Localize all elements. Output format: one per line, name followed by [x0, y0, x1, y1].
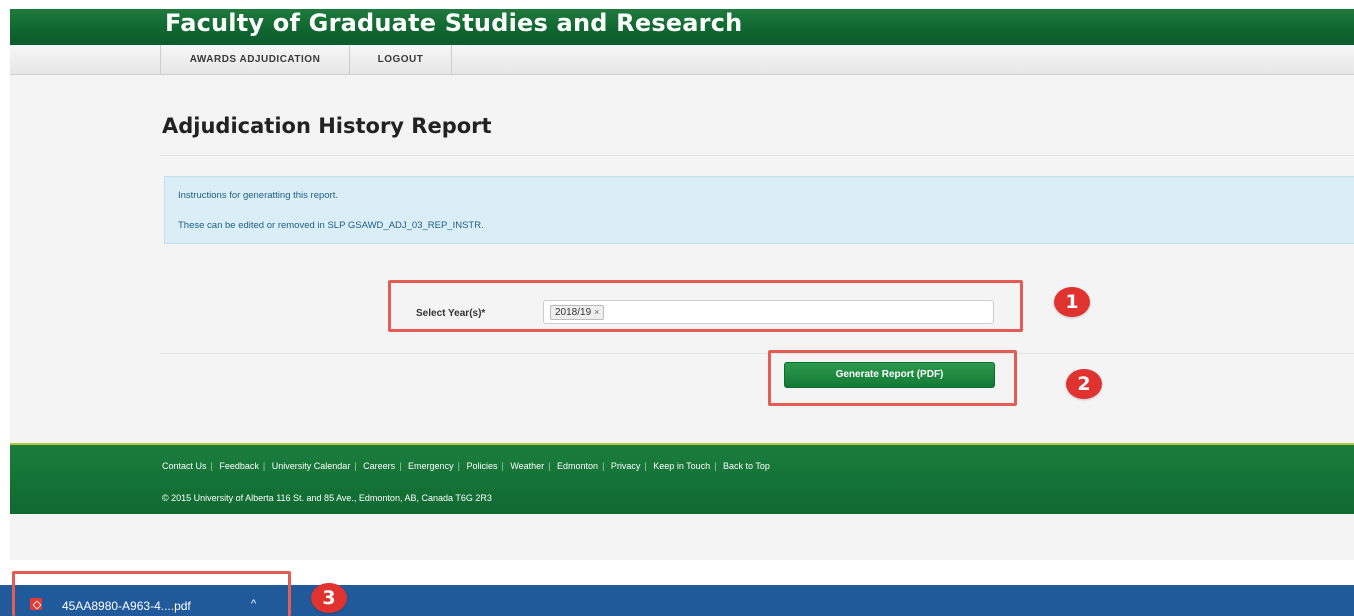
separator: |: [354, 461, 357, 471]
footer-links: Contact Us | Feedback | University Calenda…: [162, 461, 770, 471]
nav-logout[interactable]: LOGOUT: [350, 45, 452, 75]
separator: |: [399, 461, 402, 471]
instructions-panel: Instructions for generatting this report…: [164, 176, 1354, 244]
footer-link-edmonton[interactable]: Edmonton: [557, 461, 598, 471]
annotation-box-step-1: [388, 280, 1023, 332]
footer-link-emergency[interactable]: Emergency: [408, 461, 454, 471]
separator: |: [602, 461, 605, 471]
divider: [160, 353, 1354, 354]
separator: |: [714, 461, 717, 471]
separator: |: [548, 461, 551, 471]
separator: |: [262, 461, 266, 471]
footer-link-privacy[interactable]: Privacy: [611, 461, 641, 471]
instructions-note: These can be edited or removed in SLP GS…: [178, 220, 484, 231]
top-nav: AWARDS ADJUDICATION LOGOUT: [10, 45, 1354, 75]
copyright-text: © 2015 University of Alberta 116 St. and…: [162, 493, 492, 503]
instructions-text: Instructions for generatting this report…: [178, 190, 338, 201]
annotation-box-step-2: [768, 350, 1017, 406]
nav-awards-adjudication[interactable]: AWARDS ADJUDICATION: [160, 45, 350, 75]
footer-link-back-to-top[interactable]: Back to Top: [723, 461, 770, 471]
page-title: Adjudication History Report: [162, 114, 492, 138]
footer-link-careers[interactable]: Careers: [363, 461, 395, 471]
separator: |: [501, 461, 504, 471]
step-3-badge: 3: [311, 583, 347, 613]
divider: [160, 155, 1354, 156]
site-header: Faculty of Graduate Studies and Research: [10, 9, 1354, 45]
annotation-box-step-3: [12, 571, 291, 616]
separator: |: [644, 461, 647, 471]
footer-link-contact-us[interactable]: Contact Us: [162, 461, 207, 471]
site-footer: Contact Us | Feedback | University Calenda…: [10, 443, 1354, 514]
step-1-badge: 1: [1054, 287, 1090, 317]
footer-link-keep-in-touch[interactable]: Keep in Touch: [653, 461, 710, 471]
footer-link-university-calendar[interactable]: University Calendar: [272, 461, 351, 471]
step-2-badge: 2: [1066, 369, 1102, 399]
footer-link-policies[interactable]: Policies: [466, 461, 497, 471]
footer-link-feedback[interactable]: Feedback: [219, 461, 259, 471]
separator: |: [210, 461, 213, 471]
site-title: Faculty of Graduate Studies and Research: [165, 9, 743, 37]
separator: |: [457, 461, 460, 471]
footer-link-weather[interactable]: Weather: [510, 461, 544, 471]
